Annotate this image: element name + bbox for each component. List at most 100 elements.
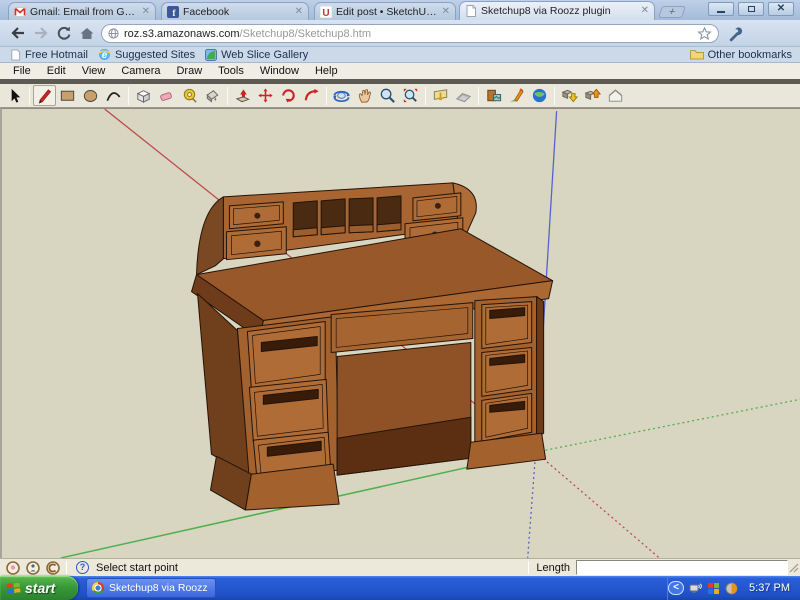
- security-center-tray-icon[interactable]: [707, 582, 720, 595]
- back-icon: [9, 24, 27, 42]
- tape-measure-tool-button[interactable]: [178, 85, 201, 106]
- sketchup-menu-bar: File Edit View Camera Draw Tools Window …: [0, 63, 800, 79]
- paint-bucket-tool-button[interactable]: [201, 85, 224, 106]
- rotate-tool-button[interactable]: [277, 85, 300, 106]
- bookmark-suggested-sites[interactable]: e Suggested Sites: [98, 48, 195, 61]
- circle-icon: [81, 86, 100, 105]
- close-button[interactable]: ✕: [768, 2, 794, 16]
- desk-model: [192, 183, 553, 510]
- tab-sketchup8-active[interactable]: Sketchup8 via Roozz plugin ✕: [459, 1, 655, 20]
- facebook-icon: f: [167, 6, 179, 18]
- pan-tool-button[interactable]: [353, 85, 376, 106]
- home-icon: [78, 24, 96, 42]
- menu-tools[interactable]: Tools: [215, 65, 247, 77]
- push-pull-icon: [233, 86, 252, 105]
- rectangle-icon: [58, 86, 77, 105]
- claim-credit-status-icon[interactable]: [46, 561, 60, 575]
- toolbar-separator: [554, 87, 555, 105]
- tab-close-icon[interactable]: ✕: [442, 7, 450, 17]
- clock[interactable]: 5:37 PM: [749, 582, 790, 594]
- photo-textures-tool-button[interactable]: [482, 85, 505, 106]
- menu-draw[interactable]: Draw: [173, 65, 205, 77]
- help-question-icon[interactable]: ?: [76, 561, 89, 574]
- taskbar-task-sketchup8[interactable]: Sketchup8 via Roozz ...: [86, 578, 216, 598]
- move-tool-button[interactable]: [254, 85, 277, 106]
- browser-tab-strip: Gmail: Email from Google ✕ f Facebook ✕ …: [0, 0, 800, 20]
- menu-file[interactable]: File: [10, 65, 34, 77]
- length-label: Length: [536, 562, 570, 574]
- follow-me-tool-button[interactable]: [300, 85, 323, 106]
- toggle-terrain-tool-button[interactable]: [452, 85, 475, 106]
- minimize-button[interactable]: [708, 2, 734, 16]
- toolbar-separator: [478, 87, 479, 105]
- task-label: Sketchup8 via Roozz ...: [109, 582, 210, 594]
- google-earth-icon: [530, 86, 549, 105]
- menu-view[interactable]: View: [79, 65, 109, 77]
- network-tray-icon[interactable]: [689, 582, 702, 595]
- sketchup-viewport[interactable]: [0, 108, 800, 558]
- orbit-tool-button[interactable]: [330, 85, 353, 106]
- tab-close-icon[interactable]: ✕: [641, 6, 649, 16]
- bookmark-free-hotmail[interactable]: Free Hotmail: [10, 49, 88, 61]
- zoom-tool-button[interactable]: [376, 85, 399, 106]
- viewport-3d-scene: [2, 109, 800, 558]
- tab-facebook[interactable]: f Facebook ✕: [161, 2, 309, 20]
- move-icon: [256, 86, 275, 105]
- arc-icon: [104, 86, 123, 105]
- select-tool-button[interactable]: [3, 85, 26, 106]
- update-tray-icon[interactable]: [725, 582, 738, 595]
- new-tab-button[interactable]: +: [658, 6, 686, 18]
- warehouse-tool-button[interactable]: [604, 85, 627, 106]
- line-tool-button[interactable]: [33, 85, 56, 106]
- measurements-input[interactable]: [576, 560, 788, 575]
- home-button[interactable]: [77, 23, 97, 43]
- add-location-icon: [431, 86, 450, 105]
- window-controls: ✕: [708, 2, 794, 16]
- menu-window[interactable]: Window: [257, 65, 302, 77]
- minimize-icon: [717, 11, 725, 13]
- tape-measure-icon: [180, 86, 199, 105]
- menu-help[interactable]: Help: [312, 65, 341, 77]
- page-icon: [465, 5, 477, 17]
- tray-collapse-chevron[interactable]: <: [668, 581, 684, 595]
- google-earth-tool-button[interactable]: [528, 85, 551, 106]
- menu-edit[interactable]: Edit: [44, 65, 69, 77]
- address-bar[interactable]: roz.s3.amazonaws.com/Sketchup8/Sketchup8…: [101, 24, 719, 43]
- wrench-menu-button[interactable]: [726, 23, 746, 43]
- rotate-icon: [279, 86, 298, 105]
- tab-close-icon[interactable]: ✕: [295, 7, 303, 17]
- bookmark-web-slice-gallery[interactable]: Web Slice Gallery: [205, 49, 308, 61]
- resize-grip[interactable]: [789, 563, 799, 573]
- arc-tool-button[interactable]: [102, 85, 125, 106]
- pencil-icon: [35, 86, 54, 105]
- credits-status-icon[interactable]: [26, 561, 40, 575]
- zoom-extents-tool-button[interactable]: [399, 85, 422, 106]
- reload-button[interactable]: [54, 23, 74, 43]
- building-maker-tool-button[interactable]: [505, 85, 528, 106]
- start-button[interactable]: start: [0, 576, 78, 600]
- forward-icon: [32, 24, 50, 42]
- restore-button[interactable]: [738, 2, 764, 16]
- circle-tool-button[interactable]: [79, 85, 102, 106]
- other-bookmarks-button[interactable]: Other bookmarks: [690, 49, 792, 61]
- restore-icon: [748, 6, 755, 12]
- make-component-tool-button[interactable]: [132, 85, 155, 106]
- tab-close-icon[interactable]: ✕: [142, 7, 150, 17]
- share-model-tool-button[interactable]: [581, 85, 604, 106]
- rectangle-tool-button[interactable]: [56, 85, 79, 106]
- bookmark-star-icon[interactable]: [697, 26, 712, 41]
- back-button[interactable]: [8, 23, 28, 43]
- orbit-icon: [332, 86, 351, 105]
- push-pull-tool-button[interactable]: [231, 85, 254, 106]
- geolocation-status-icon[interactable]: [6, 561, 20, 575]
- tab-gmail[interactable]: Gmail: Email from Google ✕: [8, 2, 156, 20]
- tab-sketchucation[interactable]: U Edit post • SketchUcation C... ✕: [314, 2, 456, 20]
- bookmark-label: Free Hotmail: [25, 49, 88, 61]
- add-location-tool-button[interactable]: [429, 85, 452, 106]
- get-models-tool-button[interactable]: [558, 85, 581, 106]
- forward-button[interactable]: [31, 23, 51, 43]
- toolbar-separator: [326, 87, 327, 105]
- menu-camera[interactable]: Camera: [118, 65, 163, 77]
- eraser-tool-button[interactable]: [155, 85, 178, 106]
- tab-title: Facebook: [183, 6, 291, 18]
